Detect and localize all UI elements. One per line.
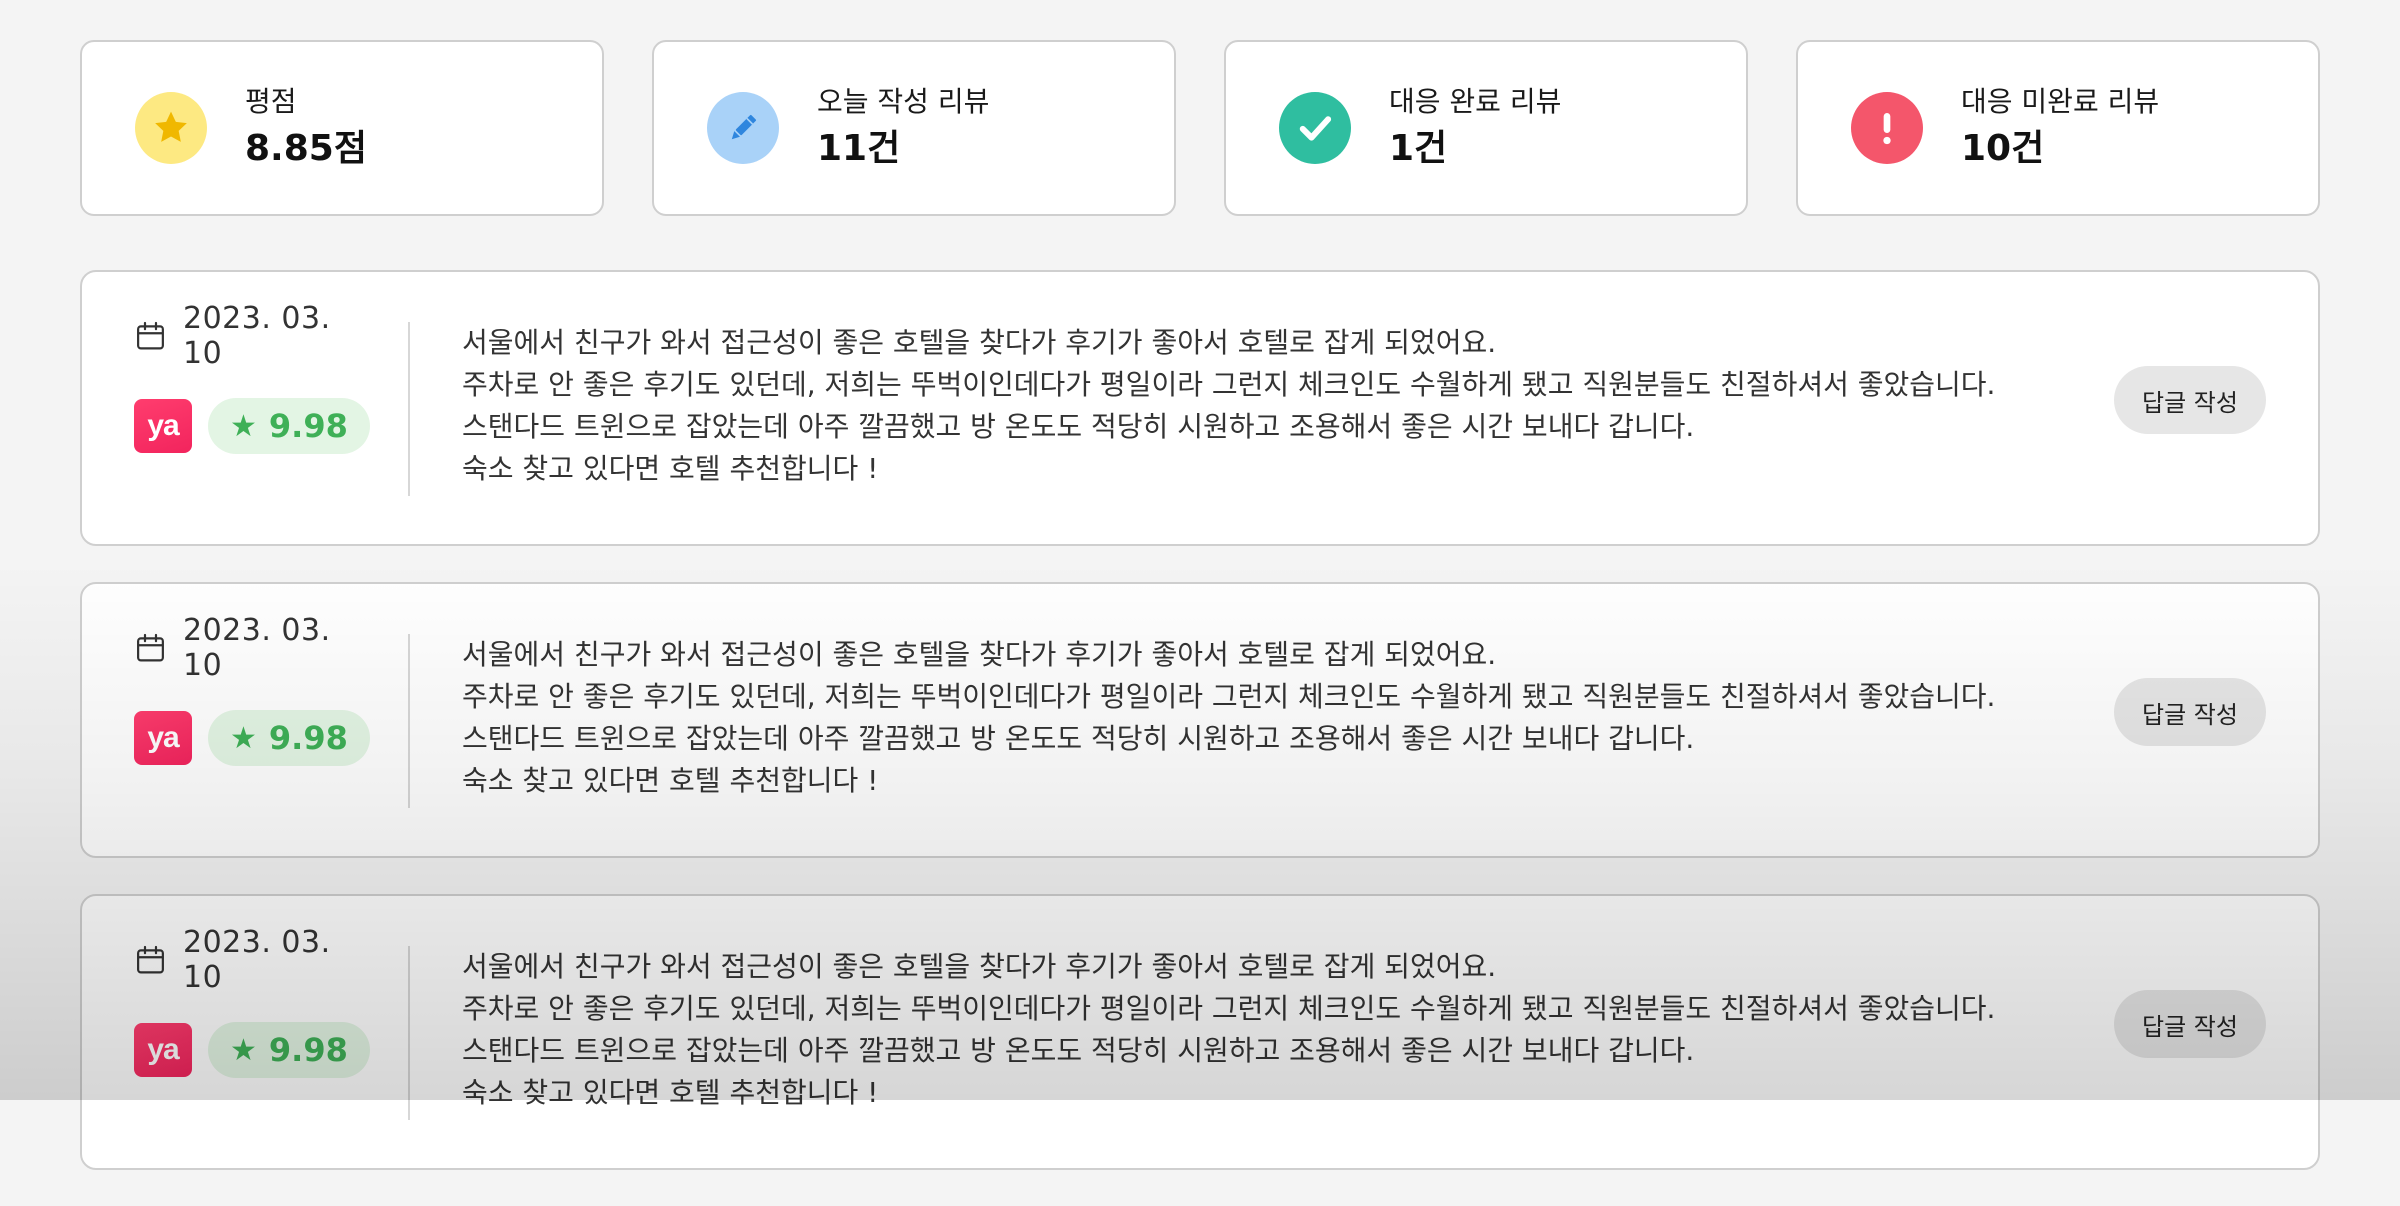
score-value: 9.98 xyxy=(268,719,348,757)
review-badges: ya ★ 9.98 xyxy=(134,710,374,766)
write-reply-button[interactable]: 답글 작성 xyxy=(2114,990,2266,1058)
review-date-row: 2023. 03. 10 xyxy=(134,925,374,995)
score-badge: ★ 9.98 xyxy=(208,398,370,454)
yanolja-logo: ya xyxy=(134,711,192,765)
star-icon xyxy=(135,92,207,164)
write-reply-button[interactable]: 답글 작성 xyxy=(2114,366,2266,434)
score-badge: ★ 9.98 xyxy=(208,710,370,766)
divider xyxy=(408,634,410,808)
stat-card-rating: 평점 8.85점 xyxy=(80,40,604,216)
review-badges: ya ★ 9.98 xyxy=(134,398,374,454)
star-icon: ★ xyxy=(230,408,257,444)
review-line: 서울에서 친구가 와서 접근성이 좋은 호텔을 찾다가 후기가 좋아서 호텔로 … xyxy=(462,950,1497,983)
divider xyxy=(408,322,410,496)
review-meta: 2023. 03. 10 ya ★ 9.98 xyxy=(134,925,374,1078)
stat-label: 평점 xyxy=(245,85,297,118)
calendar-icon xyxy=(137,633,164,662)
stat-value: 10건 xyxy=(1961,128,2045,169)
review-line: 숙소 찾고 있다면 호텔 추천합니다 ! xyxy=(462,452,879,485)
review-line: 주차로 안 좋은 후기도 있던데, 저희는 뚜벅이인데다가 평일이라 그런지 체… xyxy=(462,368,1996,401)
yanolja-logo: ya xyxy=(134,1023,192,1077)
review-list: 2023. 03. 10 ya ★ 9.98 서울에서 친구가 와서 접근성이 … xyxy=(80,270,2320,1206)
review-line: 스탠다드 트윈으로 잡았는데 아주 깔끔했고 방 온도도 적당히 시원하고 조용… xyxy=(462,1034,1695,1067)
stat-value: 11건 xyxy=(817,128,901,169)
review-line: 숙소 찾고 있다면 호텔 추천합니다 ! xyxy=(462,764,879,797)
review-date: 2023. 03. 10 xyxy=(182,925,331,995)
divider xyxy=(408,946,410,1120)
score-value: 9.98 xyxy=(268,407,348,445)
stat-label: 대응 완료 리뷰 xyxy=(1389,85,1562,118)
star-icon: ★ xyxy=(230,720,257,756)
score-badge: ★ 9.98 xyxy=(208,1022,370,1078)
stat-card-today-reviews: 오늘 작성 리뷰 11건 xyxy=(652,40,1176,216)
stat-card-responded-reviews: 대응 완료 리뷰 1건 xyxy=(1224,40,1748,216)
review-line: 서울에서 친구가 와서 접근성이 좋은 호텔을 찾다가 후기가 좋아서 호텔로 … xyxy=(462,326,1497,359)
review-card: 2023. 03. 10 ya ★ 9.98 서울에서 친구가 와서 접근성이 … xyxy=(80,894,2320,1170)
review-line: 스탠다드 트윈으로 잡았는데 아주 깔끔했고 방 온도도 적당히 시원하고 조용… xyxy=(462,722,1695,755)
review-line: 스탠다드 트윈으로 잡았는데 아주 깔끔했고 방 온도도 적당히 시원하고 조용… xyxy=(462,410,1695,443)
stat-label: 오늘 작성 리뷰 xyxy=(817,85,990,118)
review-text: 서울에서 친구가 와서 접근성이 좋은 호텔을 찾다가 후기가 좋아서 호텔로 … xyxy=(462,322,2162,490)
exclamation-icon xyxy=(1851,92,1923,164)
review-date: 2023. 03. 10 xyxy=(182,301,331,371)
stat-card-unresponded-reviews: 대응 미완료 리뷰 10건 xyxy=(1796,40,2320,216)
pencil-icon xyxy=(707,92,779,164)
stat-value: 1건 xyxy=(1389,128,1448,169)
review-line: 서울에서 친구가 와서 접근성이 좋은 호텔을 찾다가 후기가 좋아서 호텔로 … xyxy=(462,638,1497,671)
review-date-row: 2023. 03. 10 xyxy=(134,613,374,683)
review-badges: ya ★ 9.98 xyxy=(134,1022,374,1078)
review-text: 서울에서 친구가 와서 접근성이 좋은 호텔을 찾다가 후기가 좋아서 호텔로 … xyxy=(462,946,2162,1114)
review-line: 숙소 찾고 있다면 호텔 추천합니다 ! xyxy=(462,1076,879,1109)
review-meta: 2023. 03. 10 ya ★ 9.98 xyxy=(134,301,374,454)
review-date: 2023. 03. 10 xyxy=(182,613,331,683)
stat-label: 대응 미완료 리뷰 xyxy=(1961,85,2160,118)
review-line: 주차로 안 좋은 후기도 있던데, 저희는 뚜벅이인데다가 평일이라 그런지 체… xyxy=(462,680,1996,713)
review-card: 2023. 03. 10 ya ★ 9.98 서울에서 친구가 와서 접근성이 … xyxy=(80,270,2320,546)
review-meta: 2023. 03. 10 ya ★ 9.98 xyxy=(134,613,374,766)
review-date-row: 2023. 03. 10 xyxy=(134,301,374,371)
yanolja-logo: ya xyxy=(134,399,192,453)
star-icon: ★ xyxy=(230,1032,257,1068)
summary-stats: 평점 8.85점 오늘 작성 리뷰 11건 대응 완료 리뷰 1건 대응 미완료… xyxy=(80,40,2320,216)
stat-value: 8.85점 xyxy=(245,128,367,169)
score-value: 9.98 xyxy=(268,1031,348,1069)
check-icon xyxy=(1279,92,1351,164)
review-line: 주차로 안 좋은 후기도 있던데, 저희는 뚜벅이인데다가 평일이라 그런지 체… xyxy=(462,992,1996,1025)
write-reply-button[interactable]: 답글 작성 xyxy=(2114,678,2266,746)
calendar-icon xyxy=(137,945,164,974)
review-text: 서울에서 친구가 와서 접근성이 좋은 호텔을 찾다가 후기가 좋아서 호텔로 … xyxy=(462,634,2162,802)
calendar-icon xyxy=(137,321,164,350)
review-card: 2023. 03. 10 ya ★ 9.98 서울에서 친구가 와서 접근성이 … xyxy=(80,582,2320,858)
